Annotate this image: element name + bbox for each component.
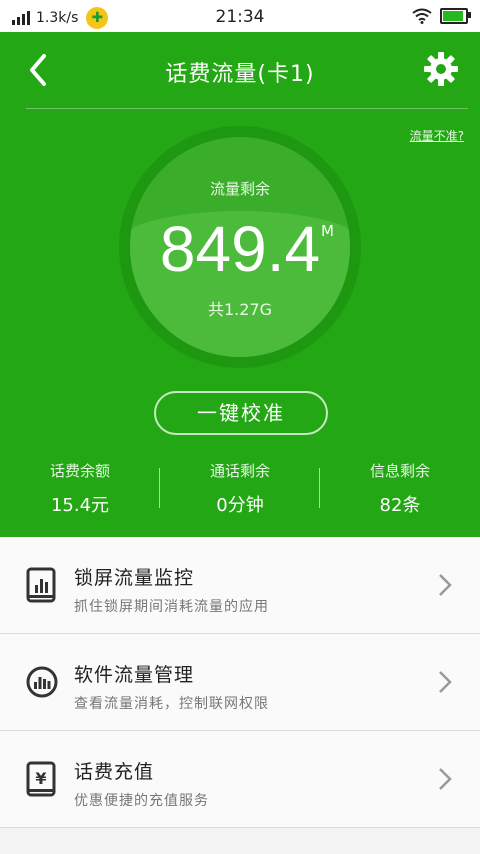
clock: 21:34 — [215, 7, 265, 27]
menu-item-top-up[interactable]: ¥ 话费充值 优惠便捷的充值服务 — [0, 731, 480, 828]
menu-item-title: 话费充值 — [74, 761, 155, 783]
wifi-icon — [412, 8, 432, 24]
phone-chart-icon — [26, 567, 56, 603]
svg-text:¥: ¥ — [35, 769, 46, 788]
status-right — [412, 8, 471, 24]
battery-level — [443, 11, 464, 21]
menu-item-lockscreen-monitor[interactable]: 锁屏流量监控 抓住锁屏期间消耗流量的应用 — [0, 537, 480, 634]
menu-item-title: 软件流量管理 — [74, 664, 195, 686]
header-divider — [26, 108, 468, 109]
chevron-right-icon — [439, 574, 452, 596]
chevron-right-icon — [439, 768, 452, 790]
menu-item-app-data-management[interactable]: 软件流量管理 查看流量消耗，控制联网权限 — [0, 634, 480, 731]
page-title: 话费流量(卡1) — [165, 62, 315, 87]
stat-value: 82条 — [379, 495, 421, 516]
stat-value: 0分钟 — [216, 495, 264, 516]
stat-label: 通话剩余 — [209, 462, 270, 480]
menu-item-title: 锁屏流量监控 — [74, 567, 195, 589]
data-summary-panel: 话费流量(卡1) 流量不准? 流量剩余 849.4 M 共1.27G 一键校准 … — [0, 32, 480, 537]
menu-item-subtitle: 优惠便捷的充值服务 — [74, 793, 209, 809]
stat-call-minutes[interactable]: 通话剩余 0分钟 — [160, 460, 320, 517]
stat-value: 15.4元 — [50, 495, 110, 516]
stat-label: 话费余额 — [49, 462, 110, 480]
menu-list: 锁屏流量监控 抓住锁屏期间消耗流量的应用 软件流量管理 查看流量消耗，控制联网权… — [0, 537, 480, 828]
data-inaccurate-link[interactable]: 流量不准? — [410, 127, 464, 144]
stat-sms[interactable]: 信息剩余 82条 — [320, 460, 480, 517]
remaining-unit: M — [321, 222, 334, 240]
status-bar: 1.3k/s ✚ 21:34 — [0, 0, 480, 32]
calibrate-button[interactable]: 一键校准 — [154, 391, 328, 435]
gear-icon[interactable] — [422, 50, 460, 88]
chevron-right-icon — [439, 671, 452, 693]
menu-item-subtitle: 查看流量消耗，控制联网权限 — [74, 696, 269, 712]
remaining-label: 流量剩余 — [209, 180, 270, 198]
stat-balance[interactable]: 话费余额 15.4元 — [0, 460, 160, 517]
data-usage-gauge: 流量剩余 849.4 M 共1.27G — [119, 126, 361, 368]
total-data: 共1.27G — [207, 300, 273, 319]
phone-yuan-icon: ¥ — [26, 761, 56, 797]
balance-stats: 话费余额 15.4元 通话剩余 0分钟 信息剩余 82条 — [0, 460, 480, 520]
battery-icon — [440, 8, 471, 24]
menu-item-subtitle: 抓住锁屏期间消耗流量的应用 — [74, 599, 269, 615]
circle-chart-icon — [26, 666, 58, 698]
stat-label: 信息剩余 — [369, 462, 430, 480]
